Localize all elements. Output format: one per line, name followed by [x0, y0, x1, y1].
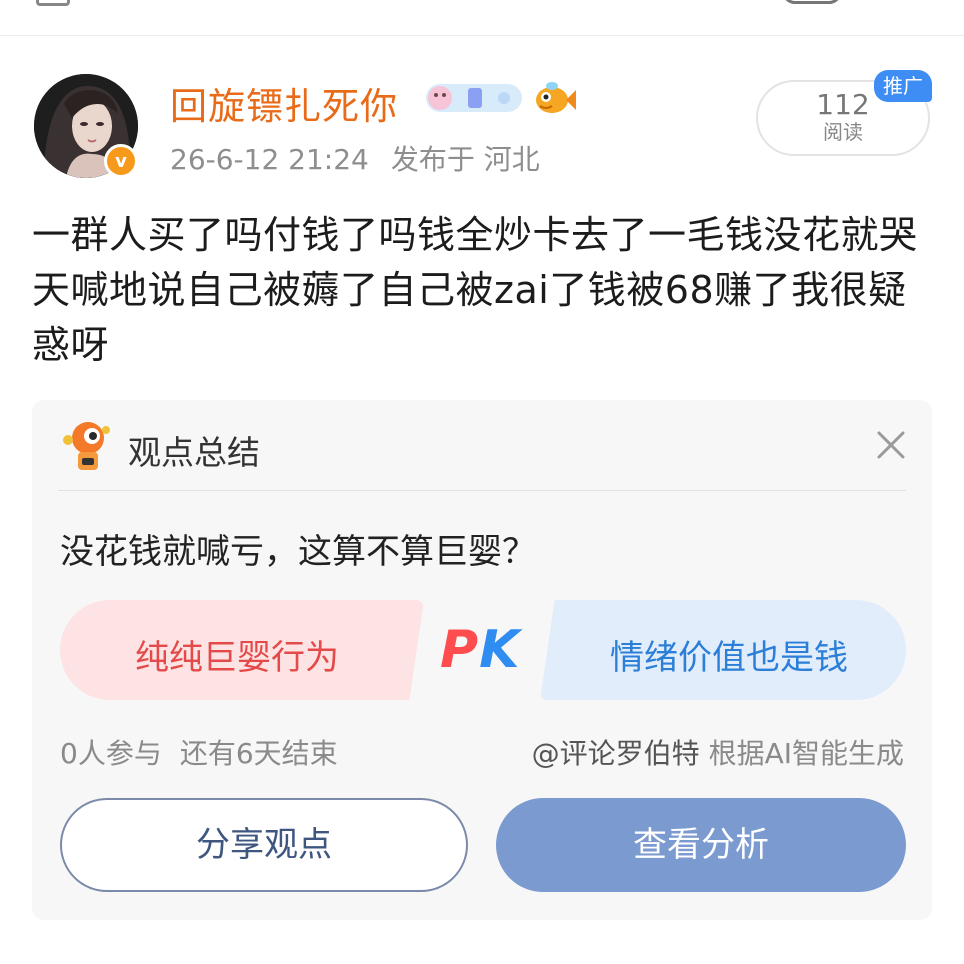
view-analysis-button[interactable]: 查看分析	[496, 798, 906, 892]
share-opinion-button[interactable]: 分享观点	[60, 798, 468, 892]
card-title: 观点总结	[128, 433, 260, 472]
divider	[58, 490, 906, 491]
fish-icon	[536, 82, 576, 113]
poll-question: 没花钱就喊亏，这算不算巨婴？	[60, 532, 536, 572]
pk-k: K	[479, 620, 521, 680]
participants: 0人参与	[60, 737, 162, 770]
remaining-time: 还有6天结束	[179, 737, 338, 770]
close-icon[interactable]	[874, 428, 908, 462]
promo-tag: 推广	[874, 70, 932, 102]
ai-generated-note: @评论罗伯特 根据AI智能生成	[532, 732, 904, 772]
verified-v-icon: v	[104, 144, 138, 178]
more-icon[interactable]	[782, 0, 842, 4]
back-icon[interactable]	[36, 0, 70, 6]
opinion-card: 观点总结 没花钱就喊亏，这算不算巨婴？ 纯纯巨婴行为 PK 情绪价值也是钱 0人…	[32, 400, 932, 920]
poll-stats: 0人参与 还有6天结束	[60, 732, 338, 772]
member-badge-icon	[426, 84, 522, 112]
post-meta: 26-6-12 21:24 发布于 河北	[170, 138, 540, 178]
generated-suffix: 根据AI智能生成	[708, 737, 904, 770]
read-label: 阅读	[823, 120, 863, 144]
location: 发布于 河北	[390, 143, 540, 176]
top-bar	[0, 0, 964, 36]
generator-link[interactable]: @评论罗伯特	[532, 737, 700, 770]
pk-p: P	[440, 620, 480, 680]
username[interactable]: 回旋镖扎死你	[170, 76, 398, 130]
robot-mascot-icon	[63, 422, 110, 470]
option-right-label: 情绪价值也是钱	[610, 638, 848, 678]
option-left-label: 纯纯巨婴行为	[135, 638, 339, 678]
timestamp: 26-6-12 21:24	[170, 143, 369, 176]
option-right-button[interactable]: 情绪价值也是钱	[540, 600, 906, 700]
option-left-button[interactable]: 纯纯巨婴行为	[60, 600, 424, 700]
post-text: 一群人买了吗付钱了吗钱全炒卡去了一毛钱没花就哭天喊地说自己被薅了自己被zai了钱…	[32, 213, 918, 367]
pk-label: PK	[440, 620, 520, 680]
